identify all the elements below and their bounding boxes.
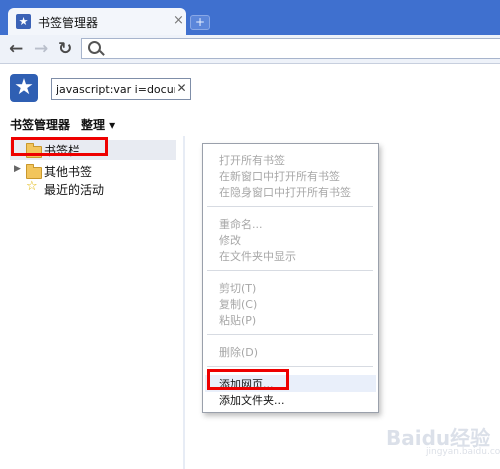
tree-item-recent-activity[interactable]: ☆ 最近的活动	[0, 179, 180, 199]
menu-item-show-in-folder[interactable]: 在文件夹中显示	[219, 248, 296, 264]
watermark-url: jingyan.baidu.com	[426, 447, 500, 457]
browser-toolbar: ← → ↻	[0, 35, 500, 64]
tree-item-label: 其他书签	[44, 165, 93, 179]
menu-separator	[207, 366, 373, 367]
menu-separator	[207, 270, 373, 271]
new-tab-button[interactable]: +	[190, 15, 210, 30]
menu-item-open-all-new-window[interactable]: 在新窗口中打开所有书签	[219, 168, 340, 184]
clear-search-icon[interactable]: ✕	[175, 82, 188, 95]
bookmark-manager-title: 书签管理器	[10, 118, 71, 132]
tab-bookmark-manager[interactable]: ★ 书签管理器 ×	[8, 8, 186, 35]
tree-item-other-bookmarks[interactable]: ▶ 其他书签	[0, 161, 180, 181]
star-icon: ★	[10, 74, 38, 102]
organize-menu-button[interactable]: 整理 ▾	[81, 116, 115, 133]
menu-item-edit[interactable]: 修改	[219, 232, 241, 248]
menu-item-paste[interactable]: 粘贴(P)	[219, 312, 256, 328]
menu-bar: 书签管理器 整理 ▾	[0, 114, 500, 134]
star-icon: ☆	[26, 179, 38, 194]
tab-close-icon[interactable]: ×	[173, 13, 184, 28]
address-bar[interactable]	[81, 38, 500, 59]
back-button[interactable]: ←	[9, 39, 23, 59]
watermark: Baidu经验 jingyan.baidu.com	[386, 422, 500, 464]
expand-arrow-icon[interactable]: ▶	[14, 164, 21, 174]
folder-tree: 书签栏 ▶ 其他书签 ☆ 最近的活动	[0, 136, 180, 469]
menu-item-open-all[interactable]: 打开所有书签	[219, 152, 285, 168]
reload-button[interactable]: ↻	[58, 39, 72, 59]
tree-item-label: 最近的活动	[44, 183, 105, 197]
menu-item-rename[interactable]: 重命名...	[219, 216, 263, 232]
menu-separator	[207, 334, 373, 335]
menu-item-delete[interactable]: 删除(D)	[219, 344, 258, 360]
highlight-box	[207, 369, 289, 390]
forward-button[interactable]: →	[34, 39, 48, 59]
menu-item-add-folder[interactable]: 添加文件夹...	[219, 392, 285, 408]
search-input[interactable]	[52, 79, 178, 99]
tab-strip: ★ 书签管理器 × +	[0, 0, 500, 35]
menu-item-open-all-incognito[interactable]: 在隐身窗口中打开所有书签	[219, 184, 351, 200]
bookmark-favicon-icon: ★	[16, 14, 31, 29]
menu-item-copy[interactable]: 复制(C)	[219, 296, 257, 312]
tab-title: 书签管理器	[38, 16, 99, 30]
highlight-box	[11, 137, 108, 156]
menu-separator	[207, 206, 373, 207]
search-field[interactable]: ✕	[51, 78, 191, 100]
bookmark-manager-header: ★ ✕	[0, 64, 500, 114]
menu-item-cut[interactable]: 剪切(T)	[219, 280, 256, 296]
search-icon	[88, 41, 101, 54]
folder-icon	[26, 164, 42, 179]
pane-divider[interactable]	[183, 136, 185, 469]
